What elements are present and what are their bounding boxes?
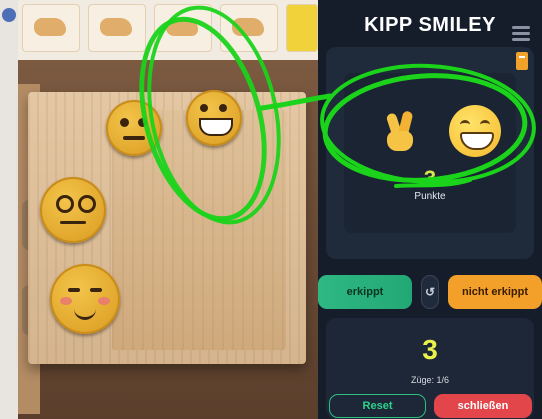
hand-sign-card bbox=[22, 4, 80, 52]
app-panel: KIPP SMILEY 3 Punkte erkippt ↺ nicht erk… bbox=[318, 0, 542, 419]
emoji-pair bbox=[366, 96, 516, 166]
photo-edge bbox=[0, 0, 18, 419]
blushing-smiley-token bbox=[50, 264, 120, 334]
points-label: Punkte bbox=[414, 191, 446, 202]
moves-counter: Züge: 1/6 bbox=[410, 375, 450, 385]
camera-photo bbox=[0, 0, 318, 419]
reload-icon[interactable]: ↺ bbox=[421, 275, 439, 309]
nicht-erkippt-button[interactable]: nicht erkippt bbox=[448, 275, 542, 309]
grinning-face-icon bbox=[448, 105, 501, 157]
hand-sign-card bbox=[88, 4, 146, 52]
bookmark-icon[interactable] bbox=[516, 52, 528, 70]
points-value: 3 bbox=[423, 166, 437, 191]
score-value: 3 bbox=[422, 334, 438, 365]
camera-indicator-icon bbox=[2, 8, 16, 22]
close-button[interactable]: schließen bbox=[434, 394, 532, 418]
erkippt-button[interactable]: erkippt bbox=[318, 275, 412, 309]
hamburger-menu-icon[interactable] bbox=[512, 26, 530, 42]
reset-button[interactable]: Reset bbox=[329, 394, 426, 418]
crossed-fingers-icon bbox=[382, 109, 418, 153]
dizzy-smiley-token bbox=[40, 177, 106, 243]
app-title: KIPP SMILEY bbox=[364, 14, 496, 36]
hand-sign-card bbox=[286, 4, 318, 52]
